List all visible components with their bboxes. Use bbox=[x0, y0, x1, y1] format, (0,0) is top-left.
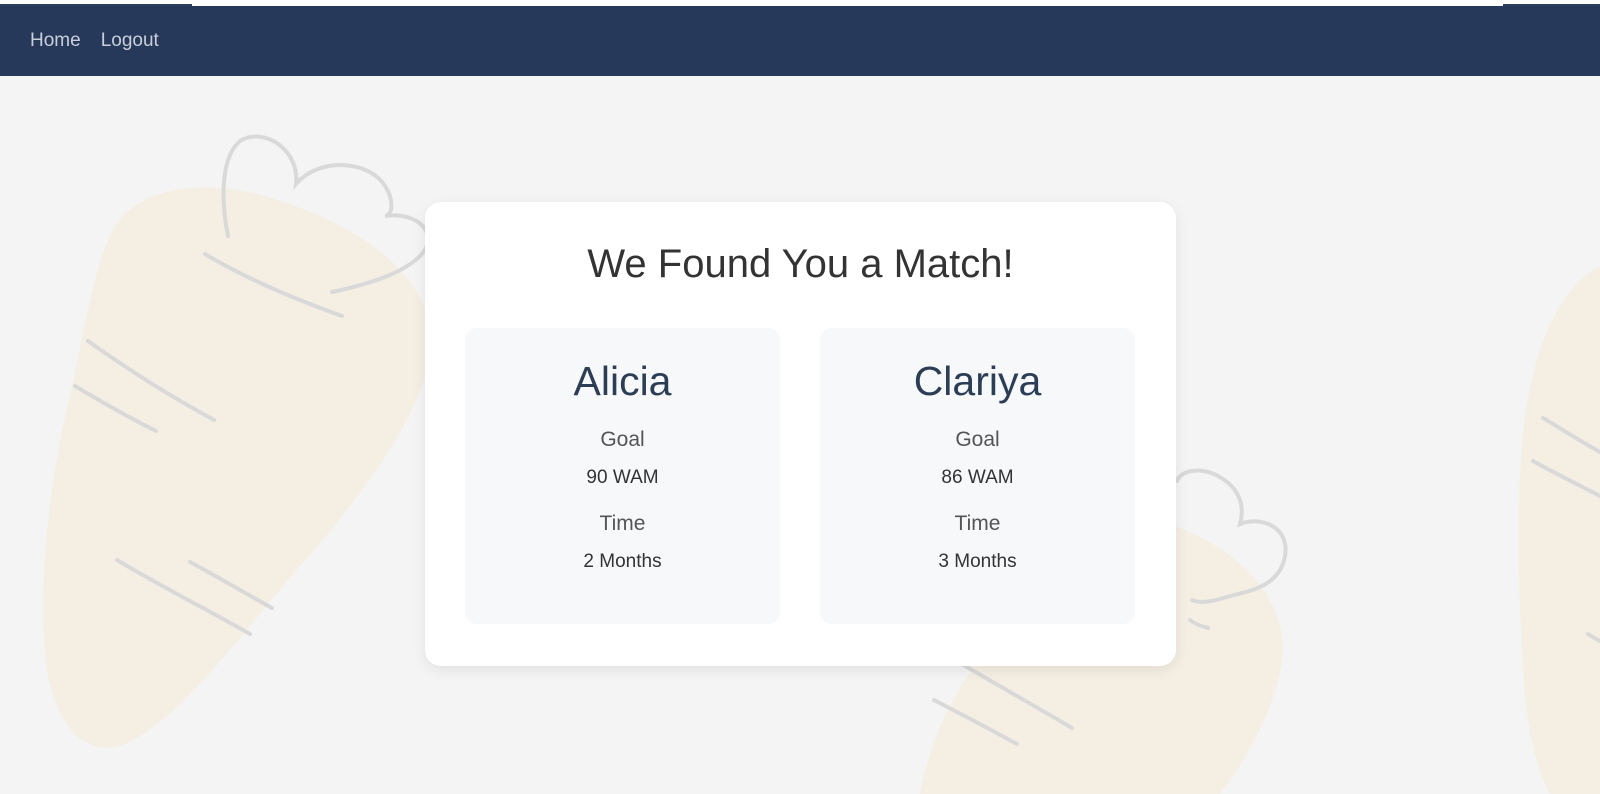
match-person-card: Alicia Goal 90 WAM Time 2 Months bbox=[465, 328, 780, 624]
person-name: Clariya bbox=[913, 358, 1042, 404]
navbar: Home Logout bbox=[0, 6, 1600, 76]
time-value: 3 Months bbox=[938, 551, 1017, 572]
carrot-right-icon bbox=[1518, 266, 1600, 794]
goal-value: 90 WAM bbox=[586, 467, 659, 488]
nav-home-link[interactable]: Home bbox=[30, 30, 81, 52]
carrot-left-icon bbox=[43, 134, 432, 748]
goal-label: Goal bbox=[955, 428, 1000, 451]
page-content: We Found You a Match! Alicia Goal 90 WAM… bbox=[0, 76, 1600, 794]
person-name: Alicia bbox=[573, 358, 672, 404]
nav-logout-link[interactable]: Logout bbox=[101, 30, 159, 52]
match-card: We Found You a Match! Alicia Goal 90 WAM… bbox=[425, 202, 1176, 666]
goal-value: 86 WAM bbox=[941, 467, 1014, 488]
match-person-card: Clariya Goal 86 WAM Time 3 Months bbox=[820, 328, 1135, 624]
goal-label: Goal bbox=[600, 428, 645, 451]
time-label: Time bbox=[954, 512, 1001, 535]
time-value: 2 Months bbox=[583, 551, 662, 572]
time-label: Time bbox=[599, 512, 646, 535]
match-title: We Found You a Match! bbox=[587, 242, 1014, 286]
